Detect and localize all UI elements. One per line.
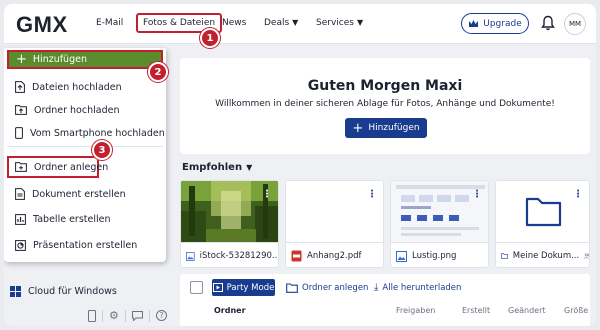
add-button[interactable]: + Hinzufügen (7, 50, 163, 69)
column-header-shared[interactable]: Freigaben (396, 306, 435, 315)
add-dropdown-menu: + Hinzufügen Dateien hochladen Ordner ho… (4, 48, 166, 262)
image-file-icon (396, 250, 407, 262)
svg-text:?: ? (159, 311, 163, 320)
file-upload-icon (15, 81, 25, 93)
chevron-down-icon: ▼ (246, 163, 253, 172)
nav-deals[interactable]: Deals ▼ (264, 18, 298, 28)
cloud-for-windows-link[interactable]: Cloud für Windows (10, 286, 117, 297)
folder-add-icon (15, 162, 27, 172)
party-mode-button[interactable]: Party Mode (212, 279, 275, 296)
welcome-title: Guten Morgen Maxi (307, 78, 463, 94)
pdf-file-icon (291, 250, 302, 262)
top-header: GMX E-Mail Fotos & Dateien News Deals ▼ S… (4, 4, 596, 44)
bell-icon[interactable] (541, 15, 555, 31)
column-header-size[interactable]: Größe (564, 306, 588, 315)
step-badge-1: 1 (200, 28, 220, 48)
more-options-icon[interactable]: ⋮ (573, 189, 583, 200)
nav-news[interactable]: News (222, 18, 246, 28)
menu-item-upload-smartphone[interactable]: Vom Smartphone hochladen (7, 122, 165, 144)
menu-item-upload-files[interactable]: Dateien hochladen (7, 76, 163, 98)
column-header-modified[interactable]: Geändert (508, 306, 546, 315)
chevron-down-icon: ▼ (356, 18, 364, 27)
plus-icon: + (16, 52, 27, 67)
nav-email[interactable]: E-Mail (96, 18, 123, 28)
download-all-button[interactable]: ⤓ Alle herunterladen (374, 279, 461, 296)
shared-users-icon (584, 253, 589, 259)
menu-item-create-document[interactable]: Dokument erstellen (7, 183, 163, 205)
document-icon (15, 188, 25, 200)
menu-item-upload-folder[interactable]: Ordner hochladen (7, 99, 163, 121)
party-mode-icon (212, 283, 223, 292)
folder-upload-icon (15, 105, 27, 115)
nav-services[interactable]: Services ▼ (316, 18, 363, 28)
avatar[interactable]: MM (564, 13, 586, 35)
windows-logo-icon (10, 286, 21, 297)
feedback-icon[interactable] (131, 310, 143, 321)
smartphone-icon (15, 127, 23, 139)
folder-icon (286, 282, 298, 293)
plus-icon: + (352, 120, 364, 136)
spreadsheet-icon (15, 213, 26, 225)
folder-icon (501, 253, 508, 259)
column-header-folder[interactable]: Ordner (214, 306, 246, 315)
file-card[interactable]: ⋮ iStock-53281290... (180, 180, 279, 268)
recommended-heading[interactable]: Empfohlen ▼ (182, 162, 252, 173)
welcome-add-button[interactable]: + Hinzufügen (345, 118, 427, 138)
file-name: iStock-53281290... (199, 251, 279, 261)
file-list: Party Mode Ordner anlegen ⤓ Alle herunte… (180, 274, 590, 326)
sidebar-tools: ⚙ ? (88, 309, 167, 322)
folder-card[interactable]: ⋮ Meine Dokum... (495, 180, 590, 268)
menu-item-create-spreadsheet[interactable]: Tabelle erstellen (7, 208, 163, 230)
create-folder-button[interactable]: Ordner anlegen (286, 279, 368, 296)
more-options-icon[interactable]: ⋮ (367, 189, 377, 200)
upgrade-button[interactable]: Upgrade (461, 13, 529, 34)
smartphone-icon[interactable] (88, 309, 96, 322)
gmx-logo[interactable]: GMX (16, 12, 68, 38)
file-card[interactable]: ⋮ Anhang2.pdf (285, 180, 384, 268)
app-window: GMX E-Mail Fotos & Dateien News Deals ▼ S… (4, 4, 596, 326)
crown-icon (469, 20, 479, 27)
settings-gear-icon[interactable]: ⚙ (109, 309, 119, 322)
welcome-panel: Guten Morgen Maxi Willkommen in deiner s… (180, 58, 590, 154)
chevron-down-icon: ▼ (292, 18, 299, 27)
step-badge-2: 2 (148, 62, 168, 82)
column-header-created[interactable]: Erstellt (462, 306, 490, 315)
welcome-subtitle: Willkommen in deiner sicheren Ablage für… (215, 99, 555, 109)
download-icon: ⤓ (374, 282, 379, 293)
help-icon[interactable]: ? (155, 310, 167, 321)
file-name: Lustig.png (412, 251, 457, 261)
more-options-icon[interactable]: ⋮ (262, 189, 272, 200)
image-file-icon (186, 251, 195, 261)
select-all-checkbox[interactable] (190, 281, 203, 294)
file-name: Anhang2.pdf (307, 251, 362, 261)
menu-item-create-folder[interactable]: Ordner anlegen (7, 156, 108, 178)
presentation-icon (15, 239, 26, 251)
folder-name: Meine Dokum... (512, 251, 580, 261)
menu-item-create-presentation[interactable]: Präsentation erstellen (7, 234, 163, 256)
more-options-icon[interactable]: ⋮ (472, 189, 482, 200)
menu-divider (7, 146, 163, 147)
file-card[interactable]: ⋮ Lustig.png (390, 180, 489, 268)
step-badge-3: 3 (92, 140, 112, 160)
